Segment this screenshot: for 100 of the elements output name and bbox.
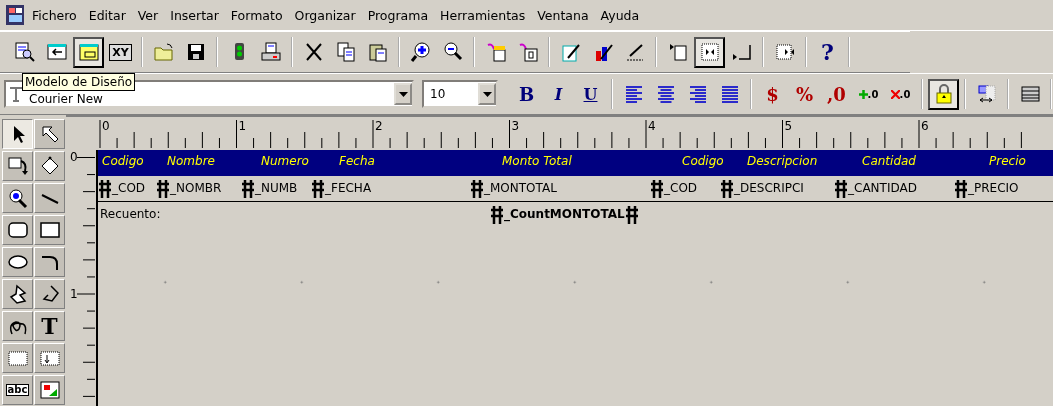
dropdown-button[interactable] bbox=[478, 83, 496, 105]
dropdown-button[interactable] bbox=[394, 83, 412, 105]
column-heading[interactable]: Cantidad bbox=[862, 154, 916, 168]
copy-icon bbox=[334, 41, 357, 63]
menu-item[interactable]: Programa bbox=[361, 7, 435, 23]
column-heading[interactable]: Fecha bbox=[339, 154, 375, 168]
menu-item[interactable]: Formato bbox=[224, 7, 289, 23]
handle-icon bbox=[241, 178, 255, 198]
zoom-in-icon bbox=[409, 41, 432, 63]
data-field[interactable]: _COD bbox=[112, 181, 146, 195]
handle-icon bbox=[720, 178, 734, 198]
column-heading[interactable]: Codigo bbox=[682, 154, 724, 168]
rotate-tool[interactable] bbox=[2, 151, 33, 181]
margin-middle-icon bbox=[698, 41, 721, 63]
ruler-number: 1 bbox=[70, 286, 78, 301]
menu-item[interactable]: Herramientas bbox=[434, 7, 532, 23]
column-heading[interactable]: Monto Total bbox=[502, 154, 572, 168]
data-field[interactable]: _DESCRIPCI bbox=[734, 181, 804, 195]
data-field[interactable]: _FECHA bbox=[325, 181, 372, 195]
comma-button[interactable]: ,0 bbox=[821, 78, 852, 110]
dotted-rect-arrow-tool[interactable] bbox=[34, 343, 65, 373]
picture-tool[interactable] bbox=[34, 375, 65, 405]
menu-item[interactable]: Insertar bbox=[164, 7, 225, 23]
layout-icon bbox=[77, 41, 100, 63]
ruler-number: 0 bbox=[70, 150, 78, 164]
label-tool[interactable]: abc bbox=[2, 375, 33, 405]
picture-icon bbox=[38, 379, 61, 401]
dropdown-icon bbox=[482, 91, 492, 97]
reshape-tool[interactable] bbox=[34, 151, 65, 181]
ellipse-tool[interactable] bbox=[2, 247, 33, 277]
tooltip: Modelo de Diseño bbox=[22, 73, 136, 91]
rounded-rect-tool[interactable] bbox=[2, 215, 33, 245]
handle-icon bbox=[834, 178, 848, 198]
polygon-tool[interactable] bbox=[2, 279, 33, 309]
data-field[interactable]: _PRECIO bbox=[968, 181, 1019, 195]
margin-middle-button[interactable] bbox=[694, 36, 725, 68]
column-heading[interactable]: Codigo bbox=[102, 154, 144, 168]
frame-icon bbox=[773, 41, 796, 63]
xy-button[interactable]: XY bbox=[105, 36, 136, 68]
zoom-out-icon bbox=[441, 41, 464, 63]
ruler-number: 3 bbox=[511, 119, 520, 133]
underline-button[interactable]: U bbox=[575, 78, 606, 110]
ruler-number: 4 bbox=[648, 119, 656, 133]
column-heading[interactable]: Nombre bbox=[167, 154, 215, 168]
ruler-number: 1 bbox=[238, 119, 247, 133]
menu-item[interactable]: Organizar bbox=[288, 7, 362, 23]
text-tool[interactable]: T bbox=[34, 311, 65, 341]
italic-button[interactable]: I bbox=[543, 78, 574, 110]
menu-item[interactable]: Ver bbox=[131, 7, 165, 23]
freehand-tool[interactable] bbox=[2, 311, 33, 341]
layout-button[interactable] bbox=[73, 36, 104, 68]
handle-icon bbox=[624, 204, 639, 224]
menu-item[interactable]: Fichero bbox=[26, 7, 83, 23]
app-logo-icon bbox=[4, 4, 26, 26]
summary-label[interactable]: Recuento: bbox=[100, 207, 161, 221]
rounded-rect-icon bbox=[6, 219, 29, 241]
column-heading[interactable]: Descripcion bbox=[747, 154, 818, 168]
handle-icon bbox=[156, 178, 170, 198]
menu-item[interactable]: Editar bbox=[82, 7, 132, 23]
font-size-field[interactable]: 10 bbox=[422, 80, 498, 108]
paste-icon bbox=[366, 41, 389, 63]
data-field[interactable]: _MONTOTAL bbox=[484, 181, 557, 195]
rect-icon bbox=[38, 219, 61, 241]
column-heading[interactable]: Precio bbox=[989, 154, 1026, 168]
handle-icon bbox=[490, 204, 504, 224]
printer-icon bbox=[259, 41, 282, 63]
currency-button[interactable]: $ bbox=[757, 78, 788, 110]
count-field[interactable]: _CountMONTOTAL bbox=[504, 207, 625, 221]
data-field[interactable]: _NOMBR bbox=[170, 181, 222, 195]
percent-button[interactable]: % bbox=[789, 78, 820, 110]
data-field[interactable]: _CANTIDAD bbox=[848, 181, 917, 195]
zoom-tool-tool[interactable] bbox=[2, 183, 33, 213]
polyline-tool[interactable] bbox=[34, 279, 65, 309]
handle-icon bbox=[311, 178, 325, 198]
data-field[interactable]: _COD bbox=[664, 181, 698, 195]
line-tool[interactable] bbox=[34, 183, 65, 213]
data-field[interactable]: _NUMB bbox=[255, 181, 298, 195]
handle-icon bbox=[954, 178, 968, 198]
bold-button[interactable]: B bbox=[511, 78, 542, 110]
preview-icon bbox=[13, 41, 36, 63]
help-button[interactable]: ? bbox=[812, 36, 843, 68]
rect-tool[interactable] bbox=[34, 215, 65, 245]
dropdown-icon bbox=[398, 91, 408, 97]
pointer-tool[interactable] bbox=[2, 119, 33, 149]
field-size-icon bbox=[975, 83, 998, 105]
ruler-number: 0 bbox=[102, 119, 110, 133]
column-heading[interactable]: Numero bbox=[261, 154, 309, 168]
menu-item[interactable]: Ayuda bbox=[594, 7, 646, 23]
ruler-number: 6 bbox=[921, 119, 929, 133]
add-decimal-button[interactable]: .0 bbox=[853, 78, 884, 110]
arc-tool[interactable] bbox=[34, 247, 65, 277]
dotted-rect-tool[interactable] bbox=[2, 343, 33, 373]
ruler-number: 5 bbox=[784, 119, 793, 133]
remove-decimal-button[interactable]: .0 bbox=[885, 78, 916, 110]
font-type-icon bbox=[9, 86, 23, 102]
rotate-icon bbox=[6, 155, 29, 177]
arrow-outline-tool[interactable] bbox=[34, 119, 65, 149]
folder-icon bbox=[152, 41, 175, 63]
lock-button[interactable] bbox=[928, 78, 959, 110]
menu-item[interactable]: Ventana bbox=[531, 7, 595, 23]
